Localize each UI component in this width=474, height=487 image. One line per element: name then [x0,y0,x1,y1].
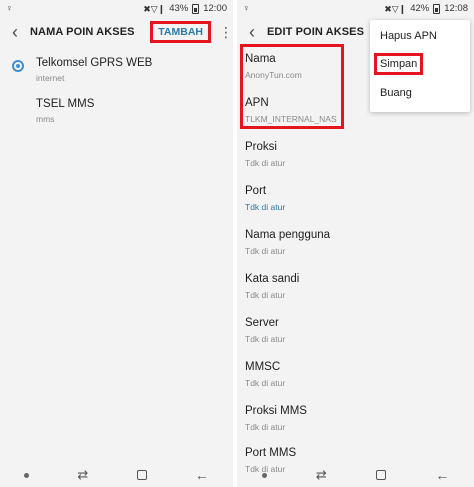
signal-icons: ✖▽❙ [143,3,166,14]
app-bar: ‹ NAMA POIN AKSES TAMBAH ⋮ [0,17,233,47]
apn-type: internet [36,73,65,83]
field-label: Port [245,185,267,197]
apn-list-item[interactable]: TSEL MMS mms [0,93,233,133]
field-value: TLKM_INTERNAL_NAS [245,114,337,124]
nav-dot-icon [261,472,267,478]
field-username[interactable]: Nama pengguna Tdk di atur [245,229,474,269]
field-value: Tdk di atur [245,378,286,388]
menu-item-discard[interactable]: Buang [380,87,412,99]
field-value: Tdk di atur [245,158,286,168]
field-value: Tdk di atur [245,334,286,344]
field-label: Proksi MMS [245,405,307,417]
field-value: Tdk di atur [245,246,286,256]
recents-icon[interactable]: ⇄ [77,468,88,482]
radio-selected-icon[interactable] [12,60,24,72]
back-arrow-icon[interactable]: ‹ [237,17,267,47]
field-label: APN [245,97,269,109]
apn-type: mms [36,114,55,124]
page-title: EDIT POIN AKSES [267,26,365,38]
apn-list-item[interactable]: Telkomsel GPRS WEB internet [0,52,233,92]
battery-icon [433,3,441,14]
field-mmsc[interactable]: MMSC Tdk di atur [245,361,474,401]
battery-icon [192,3,200,14]
battery-percent: 43% [169,3,189,14]
notification-icon: ♀ [243,3,250,13]
field-value: Tdk di atur [245,202,286,212]
apn-list-screen: ♀ ✖▽❙ 43% 12:00 ‹ NAMA POIN AKSES TAMBAH… [0,0,233,487]
field-label: MMSC [245,361,281,373]
status-time: 12:08 [444,3,468,14]
signal-icons: ✖▽❙ [384,3,407,14]
page-title: NAMA POIN AKSES [30,26,135,38]
field-label: Nama [245,53,276,65]
nav-back-icon[interactable]: ← [195,467,209,483]
field-label: Server [245,317,279,329]
battery-percent: 42% [410,3,430,14]
field-server[interactable]: Server Tdk di atur [245,317,474,357]
field-port[interactable]: Port Tdk di atur [245,185,474,225]
apn-name: TSEL MMS [36,98,95,110]
field-mms-proxy[interactable]: Proksi MMS Tdk di atur [245,405,474,445]
apn-name: Telkomsel GPRS WEB [36,57,153,69]
menu-item-delete-apn[interactable]: Hapus APN [380,30,437,42]
field-value: Tdk di atur [245,290,286,300]
field-label: Kata sandi [245,273,300,285]
field-label: Port MMS [245,447,297,459]
field-password[interactable]: Kata sandi Tdk di atur [245,273,474,313]
field-value: Tdk di atur [245,422,286,432]
field-label: Nama pengguna [245,229,331,241]
add-apn-button[interactable]: TAMBAH [150,21,211,43]
notification-icon: ♀ [6,3,13,13]
home-icon[interactable] [376,470,387,480]
status-bar: ♀ ✖▽❙ 43% 12:00 [0,0,233,17]
navigation-bar: ⇄ ← [0,463,233,487]
field-proxy[interactable]: Proksi Tdk di atur [245,141,474,181]
status-time: 12:00 [203,3,227,14]
field-label: Proksi [245,141,277,153]
nav-back-icon[interactable]: ← [435,467,449,483]
menu-item-save[interactable]: Simpan [374,53,424,75]
recents-icon[interactable]: ⇄ [316,468,327,482]
status-bar: ♀ ✖▽❙ 42% 12:08 [237,0,474,17]
options-menu: Hapus APN Simpan Buang [370,20,470,112]
nav-dot-icon [24,472,30,478]
more-options-icon[interactable]: ⋮ [219,23,233,41]
back-arrow-icon[interactable]: ‹ [0,17,30,47]
field-value: AnonyTun.com [245,70,302,80]
navigation-bar: ⇄ ← [237,463,474,487]
home-icon[interactable] [136,470,147,480]
